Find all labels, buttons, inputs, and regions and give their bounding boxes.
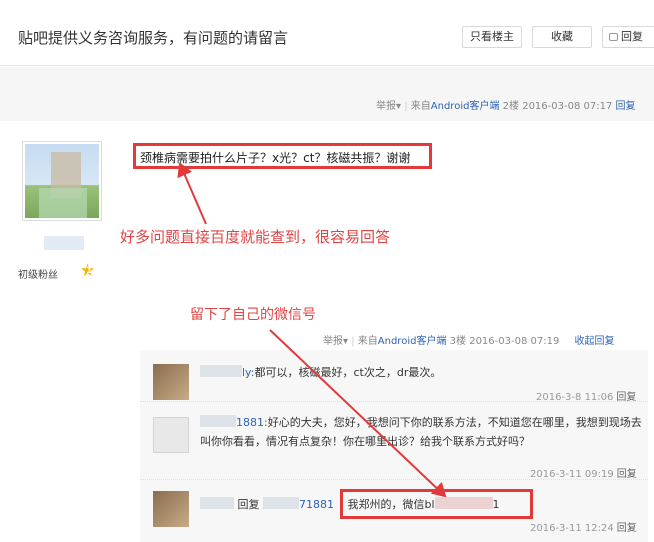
reply-content: 都可以，核磁最好，ct次之，dr最次。 — [254, 366, 442, 379]
annotation-easy-questions: 好多问题直接百度就能查到，很容易回答 — [120, 228, 391, 246]
avatar-image — [25, 144, 99, 218]
blurred-target-user — [263, 497, 299, 509]
source-prefix: 来自 — [357, 336, 378, 347]
blurred-username — [200, 365, 242, 377]
favorite-button[interactable]: 收藏 — [532, 26, 592, 48]
annotation-wechat: 留下了自己的微信号 — [190, 307, 316, 323]
reply-time: 2016-3-8 11:06 — [536, 392, 614, 403]
reply-meta: 2016-3-11 09:19 回复 — [530, 465, 637, 480]
reply-target-user[interactable]: 71881 — [299, 498, 334, 511]
post-2-meta: 举报▾ | 来自Android客户端 2楼 2016-03-08 07:17 回… — [376, 101, 636, 112]
reply-text: 1881:好心的大夫，您好，我想问下你的联系方法，不知道您在哪里，我想到现场去叫… — [200, 413, 645, 451]
thread-title: 贴吧提供义务咨询服务，有问题的请留言 — [18, 29, 289, 47]
reply-avatar[interactable] — [153, 417, 189, 453]
list-item: 1881:好心的大夫，您好，我想问下你的联系方法，不知道您在哪里，我想到现场去叫… — [140, 405, 648, 480]
reply-link[interactable]: 回复 — [617, 469, 637, 480]
report-link[interactable]: 举报 — [323, 336, 343, 347]
post-content: 颈椎病需要拍什么片子？x光？ct？核磁共振？谢谢 — [140, 151, 411, 165]
floor-number: 3楼 — [449, 336, 467, 347]
floor-number: 2楼 — [502, 101, 520, 112]
list-item: ly:都可以，核磁最好，ct次之，dr最次。 2016-3-8 11:06 回复 — [140, 350, 648, 403]
speech-bubble-icon — [609, 33, 618, 41]
reply-link[interactable]: 回复 — [616, 392, 636, 403]
post-time: 2016-03-08 07:17 — [522, 101, 613, 112]
source-link[interactable]: Android客户端 — [431, 101, 500, 112]
wechat-highlight — [340, 489, 533, 519]
reply-meta: 2016-3-11 12:24 回复 — [530, 519, 637, 534]
level-number: 1 — [86, 266, 93, 276]
reply-time: 2016-3-11 09:19 — [530, 469, 614, 480]
author-avatar[interactable] — [22, 141, 102, 221]
post-reply-link[interactable]: 回复 — [616, 101, 636, 112]
post-3-meta: 举报▾ | 来自Android客户端 3楼 2016-03-08 07:19 收… — [323, 336, 615, 347]
reply-user[interactable]: 1881: — [236, 416, 268, 429]
blurred-username — [200, 497, 234, 509]
reply-time: 2016-3-11 12:24 — [530, 523, 614, 534]
caret-down-icon: ▾ — [343, 336, 349, 347]
post-time: 2016-03-08 07:19 — [469, 336, 560, 347]
reply-button-label: 回复 — [621, 30, 643, 43]
reply-avatar[interactable] — [153, 364, 189, 400]
only-op-button[interactable]: 只看楼主 — [462, 26, 522, 48]
source-prefix: 来自 — [410, 101, 431, 112]
reply-user[interactable]: ly: — [242, 366, 254, 379]
reply-text: ly:都可以，核磁最好，ct次之，dr最次。 — [200, 363, 645, 382]
blurred-body — [39, 188, 87, 218]
reply-prefix: 回复 — [237, 498, 260, 511]
blurred-username — [44, 236, 84, 250]
report-link[interactable]: 举报 — [376, 101, 396, 112]
collapse-reply-link[interactable]: 收起回复 — [575, 336, 615, 347]
caret-down-icon: ▾ — [396, 101, 402, 112]
source-link[interactable]: Android客户端 — [378, 336, 447, 347]
reply-link[interactable]: 回复 — [617, 523, 637, 534]
blurred-username — [200, 415, 236, 427]
thread-header: 贴吧提供义务咨询服务，有问题的请留言 只看楼主 收藏 回复 — [0, 0, 654, 66]
user-rank: 初级粉丝 — [18, 270, 58, 281]
reply-meta: 2016-3-8 11:06 回复 — [536, 388, 636, 403]
post-2-footer: 举报▾ | 来自Android客户端 2楼 2016-03-08 07:17 回… — [0, 67, 654, 121]
reply-button[interactable]: 回复 — [602, 26, 654, 48]
reply-avatar[interactable] — [153, 491, 189, 527]
